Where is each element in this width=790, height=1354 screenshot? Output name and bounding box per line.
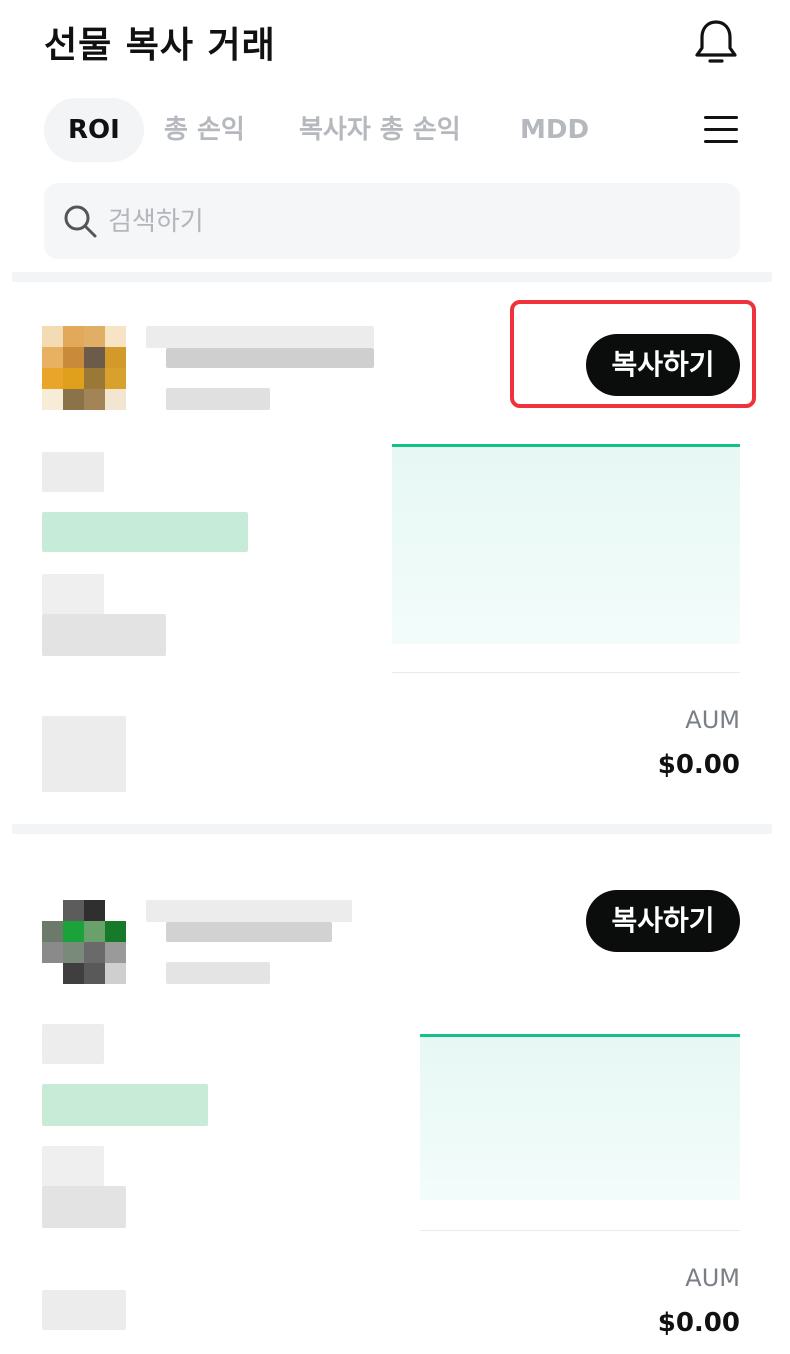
roi-line [420, 1034, 740, 1037]
section-divider [12, 272, 772, 282]
tab-roi[interactable]: ROI [44, 98, 144, 162]
header: 선물 복사 거래 [0, 0, 790, 86]
blurred-pnl-value [42, 614, 166, 656]
copy-trade-button[interactable]: 복사하기 [586, 890, 740, 952]
blurred-trader-meta [166, 388, 270, 410]
blurred-copier-info [42, 1290, 126, 1330]
roi-sparkline-chart [420, 1034, 740, 1200]
search-icon [62, 203, 98, 239]
trader-card: 복사하기 AUM $0.00 [0, 834, 790, 1354]
blurred-roi-value [42, 1084, 208, 1126]
tab-mdd[interactable]: MDD [520, 98, 589, 162]
avatar [42, 900, 126, 984]
highlight-box [510, 300, 756, 408]
bell-icon[interactable] [690, 16, 742, 68]
blurred-pnl-value [42, 1186, 126, 1228]
avatar [42, 326, 126, 410]
roi-line [392, 444, 740, 447]
copy-trading-screen: 선물 복사 거래 ROI 총 손익 복사자 총 손익 MDD 검색하기 복사하기… [0, 0, 790, 1354]
blurred-pnl-label [42, 574, 104, 614]
aum-value: $0.00 [657, 750, 740, 780]
blurred-roi-label [42, 1024, 104, 1064]
search-bar [44, 183, 740, 261]
page-title: 선물 복사 거래 [44, 25, 276, 66]
blurred-trader-id [166, 348, 374, 368]
blurred-copier-info [42, 716, 126, 792]
card-separator [392, 672, 740, 673]
blurred-roi-value [42, 512, 248, 552]
aum-label: AUM [685, 1264, 740, 1292]
tab-copier-total-pnl[interactable]: 복사자 총 손익 [299, 98, 461, 162]
aum-value: $0.00 [657, 1308, 740, 1338]
blurred-pnl-label [42, 1146, 104, 1186]
hamburger-menu-icon[interactable] [704, 112, 738, 146]
card-separator [420, 1230, 740, 1231]
blurred-trader-name [146, 326, 374, 348]
tab-total-pnl[interactable]: 총 손익 [164, 98, 245, 162]
blurred-trader-name [146, 900, 352, 922]
search-input[interactable] [106, 183, 710, 261]
aum-label: AUM [685, 706, 740, 734]
sort-tabs: ROI 총 손익 복사자 총 손익 MDD [44, 98, 744, 162]
blurred-trader-meta [166, 962, 270, 984]
roi-sparkline-chart [392, 444, 740, 644]
blurred-roi-label [42, 452, 104, 492]
section-divider [12, 824, 772, 834]
blurred-trader-id [166, 922, 332, 942]
